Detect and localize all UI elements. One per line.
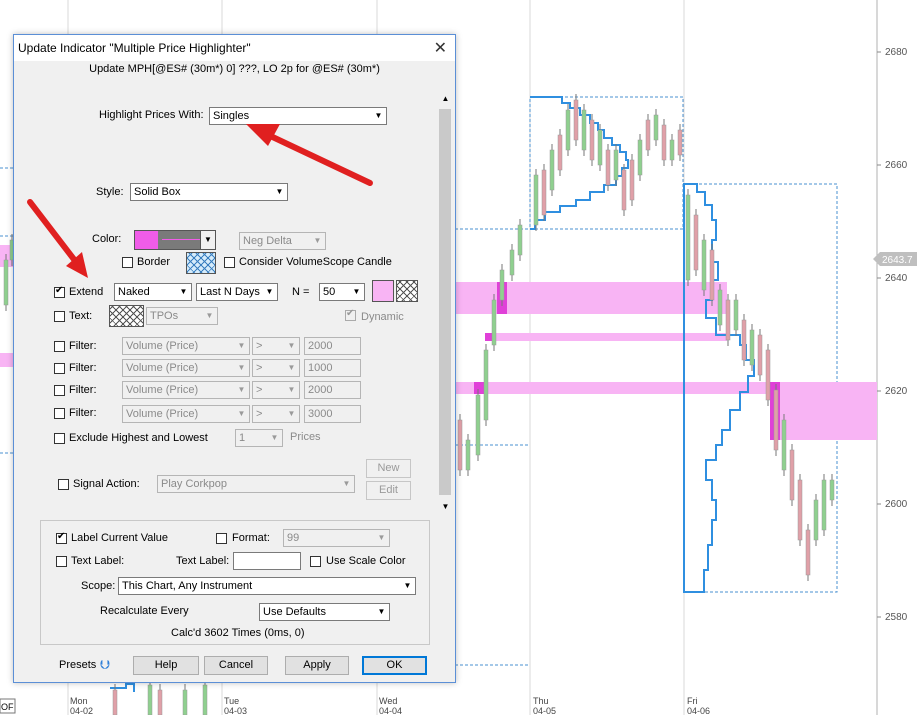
annotation-arrows [27,124,373,278]
